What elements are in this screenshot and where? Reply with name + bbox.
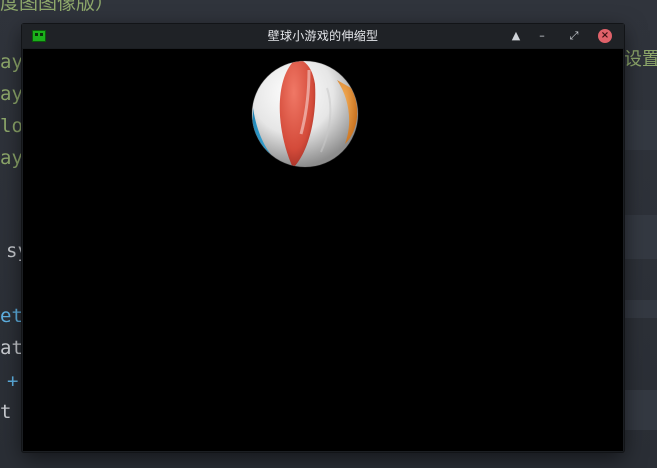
desktop-background: 度图图像版） ay ay lo ay sy et( ath + t 设置 壁球小… (0, 0, 657, 468)
editor-panel-shape (620, 300, 657, 318)
beach-ball-icon (251, 60, 359, 168)
close-icon: × (600, 30, 610, 41)
editor-text-fragment: 设置 (624, 49, 657, 70)
game-window: 壁球小游戏的伸缩型 ▲ – ⤢ × (22, 24, 624, 452)
editor-text-fragment: + (7, 370, 19, 392)
editor-text-fragment: ay (0, 51, 23, 73)
window-titlebar[interactable]: 壁球小游戏的伸缩型 ▲ – ⤢ × (22, 24, 624, 48)
editor-text-fragment: ay (0, 147, 23, 169)
editor-panel-shape (620, 215, 657, 259)
editor-text-fragment: t (0, 401, 12, 423)
close-button[interactable]: × (598, 29, 612, 43)
game-canvas[interactable] (23, 49, 623, 451)
editor-panel-shape (620, 110, 657, 150)
editor-text-fragment: 度图图像版） (0, 0, 115, 14)
editor-text-fragment: lo (0, 115, 23, 137)
editor-text-fragment: ay (0, 83, 23, 105)
editor-panel-shape (620, 390, 657, 430)
minimize-icon[interactable]: – (534, 28, 550, 44)
eject-icon[interactable]: ▲ (508, 28, 524, 44)
maximize-icon[interactable]: ⤢ (566, 28, 582, 44)
